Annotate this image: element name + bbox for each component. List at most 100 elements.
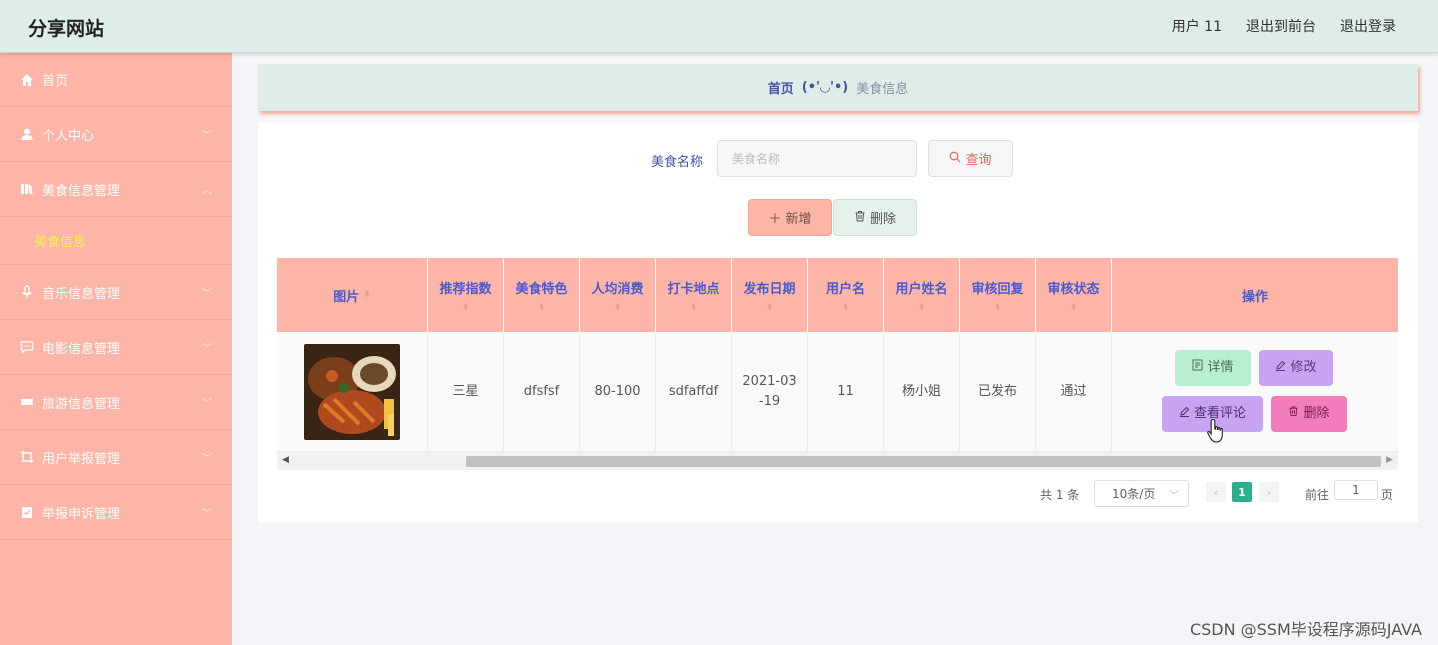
cell-feature: dfsfsf bbox=[504, 332, 580, 451]
cell-date: 2021-03-19 bbox=[732, 332, 808, 451]
sort-icon[interactable]: ⬍ bbox=[690, 303, 698, 313]
breadcrumb-separator: (•'◡'•) bbox=[801, 80, 849, 95]
table-header: 图片 ⬍ 推荐指数 ⬍ 美食特色 ⬍ 人均消费 ⬍ 打卡地点 ⬍ 发布日期 ⬍ 用户名 ⬍ 用… bbox=[277, 258, 1398, 332]
food-image[interactable] bbox=[304, 343, 400, 440]
column-header-date[interactable]: 发布日期 ⬍ bbox=[732, 258, 808, 332]
sort-icon[interactable]: ⬍ bbox=[538, 303, 546, 313]
column-header-location[interactable]: 打卡地点 ⬍ bbox=[656, 258, 732, 332]
food-table: 图片 ⬍ 推荐指数 ⬍ 美食特色 ⬍ 人均消费 ⬍ 打卡地点 ⬍ 发布日期 ⬍ 用户名 ⬍ 用… bbox=[277, 258, 1398, 470]
sidebar-item-report-appeal[interactable]: 举报申诉管理 ﹀ bbox=[0, 485, 232, 540]
page-size-select[interactable]: 10条/页 ﹀ bbox=[1094, 480, 1189, 507]
chevron-down-icon: ﹀ bbox=[1169, 491, 1179, 502]
sort-icon[interactable]: ⬍ bbox=[918, 303, 926, 313]
delete-button-label: 删除 bbox=[869, 212, 896, 227]
page-suffix-label: 页 bbox=[1381, 488, 1394, 502]
chevron-down-icon: ﹀ bbox=[202, 343, 212, 355]
sidebar-subitem-food-info[interactable]: 美食信息 bbox=[0, 217, 232, 265]
prev-page-button[interactable]: ‹ bbox=[1206, 482, 1226, 502]
sidebar-item-movie-management[interactable]: 电影信息管理 ﹀ bbox=[0, 320, 232, 375]
sidebar-item-personal-center[interactable]: 个人中心 ﹀ bbox=[0, 107, 232, 162]
image-cell bbox=[277, 332, 428, 451]
cell-location: sdfaffdf bbox=[656, 332, 732, 451]
sort-icon[interactable]: ⬍ bbox=[462, 303, 470, 313]
column-header-operations: 操作 bbox=[1241, 289, 1268, 305]
sidebar-item-travel-management[interactable]: 旅游信息管理 ﹀ bbox=[0, 375, 232, 430]
column-header-feature[interactable]: 美食特色 ⬍ bbox=[504, 258, 580, 332]
cell-operations: 详情 修改 查看评论 删除 bbox=[1112, 332, 1398, 451]
table-row: 三星 dfsfsf 80-100 sdfaffdf 2021-03-19 11 … bbox=[277, 332, 1398, 452]
ticket-icon bbox=[20, 395, 34, 409]
breadcrumb-home[interactable]: 首页 bbox=[768, 78, 794, 97]
chevron-up-icon: ︿ bbox=[202, 185, 212, 197]
checklist-icon bbox=[20, 505, 34, 519]
cell-reply: 已发布 bbox=[960, 332, 1036, 451]
sort-icon[interactable]: ⬍ bbox=[614, 303, 622, 313]
sidebar-item-music-management[interactable]: 音乐信息管理 ﹀ bbox=[0, 265, 232, 320]
column-header-image[interactable]: 图片 ⬍ bbox=[277, 258, 428, 332]
trash-icon bbox=[1288, 404, 1299, 424]
site-title: 分享网站 bbox=[28, 18, 105, 40]
scrollbar-thumb[interactable] bbox=[466, 456, 1381, 467]
sidebar-item-home[interactable]: 首页 bbox=[0, 53, 232, 107]
sort-icon[interactable]: ⬍ bbox=[1070, 303, 1078, 313]
chevron-left-icon: ‹ bbox=[1213, 485, 1219, 499]
chevron-down-icon: ﹀ bbox=[202, 508, 212, 520]
top-bar: 分享网站 用户 11 退出到前台 退出登录 bbox=[0, 0, 1438, 53]
scroll-right-icon[interactable]: ▶ bbox=[1386, 455, 1393, 465]
pagination-total: 共 1 条 bbox=[1040, 488, 1080, 502]
pencil-icon bbox=[1275, 358, 1286, 378]
add-button[interactable]: ＋ 新增 bbox=[748, 199, 832, 236]
sidebar-item-food-management[interactable]: 美食信息管理 ︿ bbox=[0, 162, 232, 217]
sidebar-item-label: 旅游信息管理 bbox=[42, 396, 121, 412]
row-delete-button[interactable]: 删除 bbox=[1271, 395, 1347, 432]
breadcrumb: 首页 (•'◡'•) 美食信息 bbox=[258, 64, 1418, 111]
edit-button[interactable]: 修改 bbox=[1259, 349, 1333, 386]
cell-status: 通过 bbox=[1036, 332, 1112, 451]
next-page-button[interactable]: › bbox=[1259, 482, 1279, 502]
sort-icon[interactable]: ⬍ bbox=[363, 290, 371, 300]
page-number-button[interactable]: 1 bbox=[1232, 482, 1252, 502]
hand-cursor-icon bbox=[1207, 418, 1223, 443]
watermark: CSDN @SSM毕设程序源码JAVA bbox=[1189, 620, 1422, 639]
horizontal-scrollbar[interactable]: ◀ ▶ bbox=[277, 452, 1398, 470]
chevron-right-icon: › bbox=[1266, 485, 1272, 499]
logout-link[interactable]: 退出登录 bbox=[1340, 16, 1396, 36]
exit-to-front-link[interactable]: 退出到前台 bbox=[1246, 16, 1316, 36]
column-header-status[interactable]: 审核状态 ⬍ bbox=[1036, 258, 1112, 332]
pagination: 共 1 条 10条/页 ﹀ ‹ 1 › 前往 页 bbox=[258, 480, 1418, 510]
column-header-recommend[interactable]: 推荐指数 ⬍ bbox=[428, 258, 504, 332]
cell-realname: 杨小姐 bbox=[884, 332, 960, 451]
search-icon bbox=[949, 151, 961, 167]
food-name-search-input[interactable] bbox=[717, 140, 917, 177]
home-icon bbox=[20, 73, 34, 87]
column-header-realname[interactable]: 用户姓名 ⬍ bbox=[884, 258, 960, 332]
top-links: 用户 11 退出到前台 退出登录 bbox=[1172, 16, 1396, 36]
goto-page-input[interactable] bbox=[1334, 480, 1378, 500]
sidebar: 首页 个人中心 ﹀ 美食信息管理 ︿ 美食信息 音乐信息管理 ﹀ 电影信息管理 … bbox=[0, 53, 232, 645]
detail-button[interactable]: 详情 bbox=[1175, 349, 1251, 386]
sidebar-item-label: 用户举报管理 bbox=[42, 451, 121, 467]
batch-delete-button[interactable]: 删除 bbox=[833, 199, 917, 236]
microphone-icon bbox=[20, 285, 34, 299]
sidebar-item-label: 音乐信息管理 bbox=[42, 286, 121, 302]
column-header-reply[interactable]: 审核回复 ⬍ bbox=[960, 258, 1036, 332]
query-button-label: 查询 bbox=[965, 153, 992, 168]
chevron-down-icon: ﹀ bbox=[202, 288, 212, 300]
sort-icon[interactable]: ⬍ bbox=[842, 303, 850, 313]
user-label[interactable]: 用户 11 bbox=[1172, 16, 1222, 36]
sort-icon[interactable]: ⬍ bbox=[766, 303, 774, 313]
main-card: 美食名称 查询 ＋ 新增 删除 图片⬍ 推荐指数⬍ 美食特色⬍ 人均消费⬍ 打卡… bbox=[258, 122, 1418, 522]
pencil-icon bbox=[1179, 404, 1190, 424]
book-icon bbox=[20, 182, 34, 196]
user-icon bbox=[20, 127, 34, 141]
column-header-avg-cost[interactable]: 人均消费 ⬍ bbox=[580, 258, 656, 332]
sort-icon[interactable]: ⬍ bbox=[994, 303, 1002, 313]
trash-icon bbox=[854, 210, 866, 226]
goto-label: 前往 bbox=[1305, 488, 1330, 502]
query-button[interactable]: 查询 bbox=[928, 140, 1013, 177]
document-icon bbox=[1192, 358, 1203, 378]
sidebar-item-user-report[interactable]: 用户举报管理 ﹀ bbox=[0, 430, 232, 485]
cell-avg-cost: 80-100 bbox=[580, 332, 656, 451]
scroll-left-icon[interactable]: ◀ bbox=[282, 455, 289, 465]
column-header-username[interactable]: 用户名 ⬍ bbox=[808, 258, 884, 332]
